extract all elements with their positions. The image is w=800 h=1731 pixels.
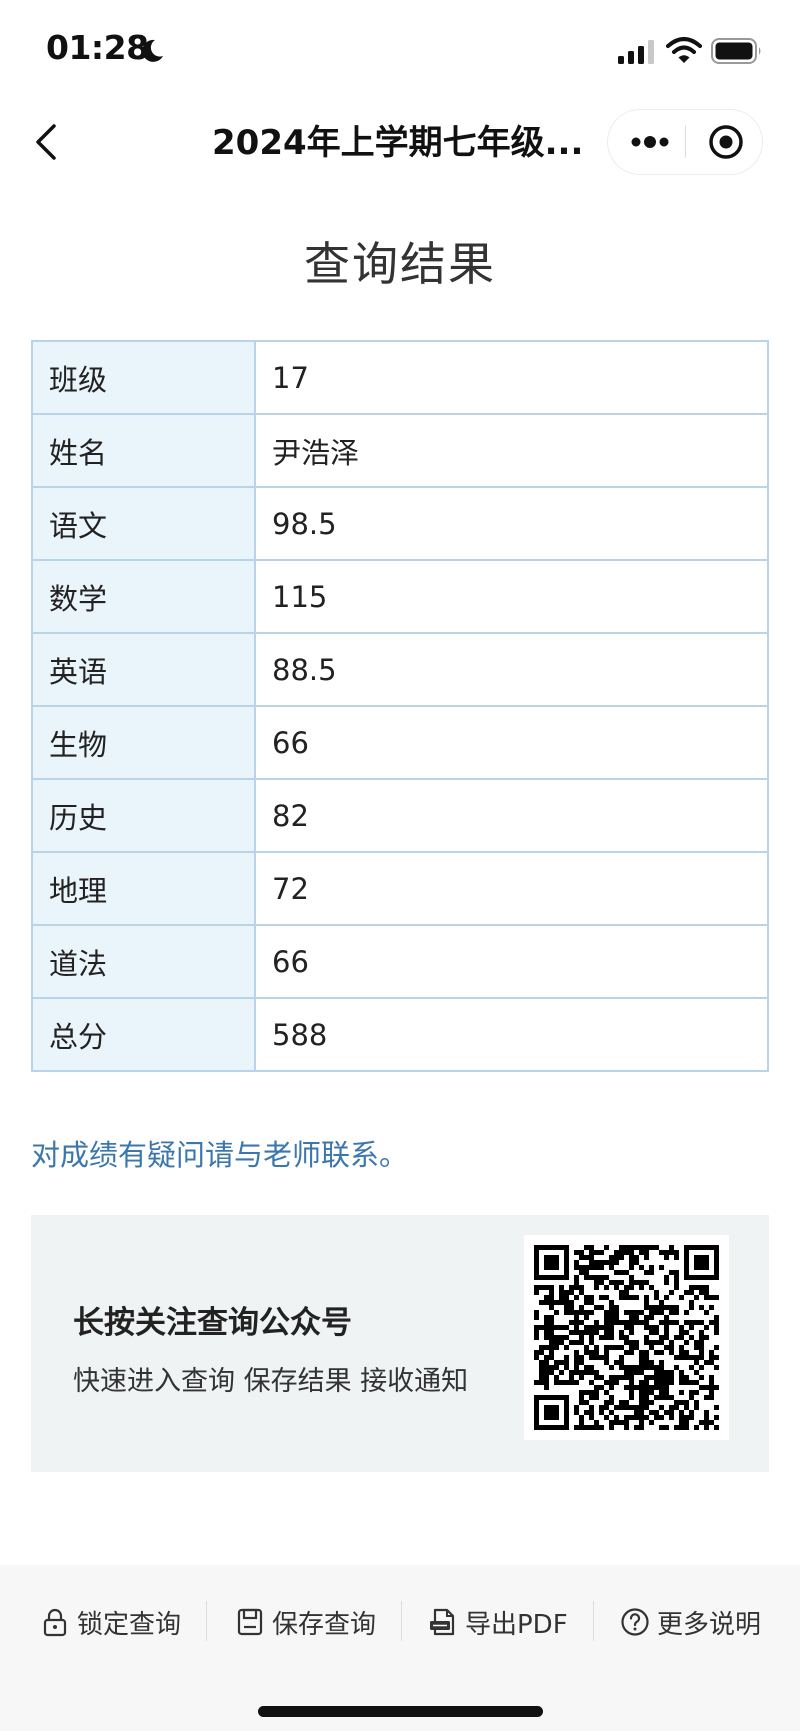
row-value: 尹浩泽 (254, 413, 769, 488)
lock-icon (43, 1608, 67, 1637)
row-value: 66 (254, 705, 769, 780)
table-row: 地理 72 (31, 851, 769, 926)
row-label: 生物 (31, 705, 256, 780)
nav-bar: 2024年上学期七年级... (0, 100, 800, 190)
bottom-toolbar: 锁定查询 保存查询 导出PDF 更多说明 (0, 1565, 800, 1731)
wifi-icon (666, 37, 702, 63)
toolbar-divider (401, 1601, 402, 1641)
more-info-button[interactable]: 更多说明 (620, 1595, 761, 1649)
row-label: 班级 (31, 340, 256, 415)
table-row: 英语 88.5 (31, 632, 769, 707)
battery-icon (711, 38, 761, 64)
capsule-divider (685, 126, 686, 158)
follow-card-title: 长按关注查询公众号 (73, 1305, 352, 1341)
contact-teacher-note: 对成绩有疑问请与老师联系。 (31, 1138, 409, 1172)
row-label: 英语 (31, 632, 256, 707)
close-mini-icon[interactable] (708, 124, 744, 160)
table-row: 姓名 尹浩泽 (31, 413, 769, 488)
follow-account-card: 长按关注查询公众号 快速进入查询 保存结果 接收通知 (31, 1215, 769, 1472)
home-indicator (258, 1706, 543, 1717)
row-label: 地理 (31, 851, 256, 926)
row-value: 66 (254, 924, 769, 999)
page-title: 查询结果 (304, 237, 496, 291)
qr-code[interactable] (524, 1235, 729, 1440)
row-label: 总分 (31, 997, 256, 1072)
export-pdf-button[interactable]: 导出PDF (428, 1595, 568, 1649)
table-row: 数学 115 (31, 559, 769, 634)
row-value: 72 (254, 851, 769, 926)
table-row: 班级 17 (31, 340, 769, 415)
more-icon[interactable] (630, 128, 670, 156)
row-label: 历史 (31, 778, 256, 853)
row-label: 道法 (31, 924, 256, 999)
table-row: 道法 66 (31, 924, 769, 999)
toolbar-divider (593, 1601, 594, 1641)
follow-card-description: 快速进入查询 保存结果 接收通知 (73, 1366, 469, 1397)
export-pdf-label: 导出PDF (465, 1609, 568, 1640)
back-icon[interactable] (30, 120, 66, 164)
save-query-button[interactable]: 保存查询 (235, 1595, 376, 1649)
help-icon (621, 1608, 649, 1636)
row-label: 语文 (31, 486, 256, 561)
save-icon (237, 1608, 263, 1636)
result-table: 班级 17 姓名 尹浩泽 语文 98.5 数学 115 英语 88.5 生物 6… (31, 340, 769, 1072)
save-query-label: 保存查询 (272, 1609, 377, 1640)
row-value: 115 (254, 559, 769, 634)
row-value: 17 (254, 340, 769, 415)
row-value: 88.5 (254, 632, 769, 707)
moon-icon (142, 39, 163, 62)
row-value: 82 (254, 778, 769, 853)
mini-program-capsule (608, 110, 762, 174)
lock-query-button[interactable]: 锁定查询 (40, 1595, 181, 1649)
row-value: 588 (254, 997, 769, 1072)
row-value: 98.5 (254, 486, 769, 561)
status-time: 01:28 (46, 28, 149, 67)
table-row: 历史 82 (31, 778, 769, 853)
lock-query-label: 锁定查询 (77, 1609, 182, 1640)
status-bar: 01:28 (0, 0, 800, 100)
nav-title: 2024年上学期七年级... (212, 123, 584, 163)
table-row: 生物 66 (31, 705, 769, 780)
signal-icon (618, 40, 654, 64)
table-row: 总分 588 (31, 997, 769, 1072)
row-label: 姓名 (31, 413, 256, 488)
pdf-icon (430, 1608, 455, 1636)
more-info-label: 更多说明 (657, 1609, 762, 1640)
table-row: 语文 98.5 (31, 486, 769, 561)
toolbar-divider (206, 1601, 207, 1641)
row-label: 数学 (31, 559, 256, 634)
